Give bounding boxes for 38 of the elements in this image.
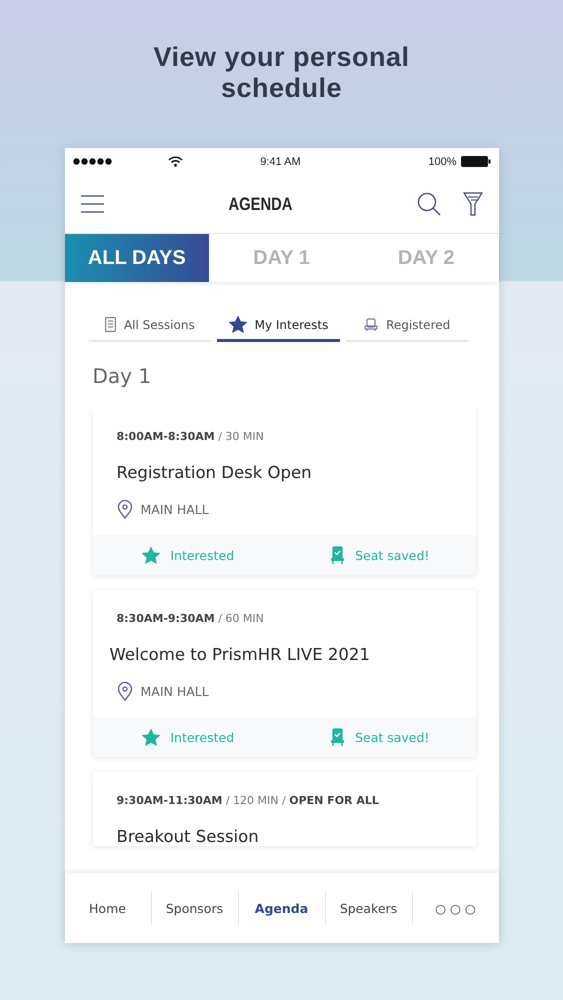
star-icon (142, 546, 160, 564)
section-title: Day 1 (92, 363, 152, 390)
battery-icon (460, 156, 490, 167)
search-icon[interactable] (416, 192, 440, 216)
filter-tab[interactable]: Registered (346, 316, 469, 342)
session-location: MAIN HALL (140, 684, 209, 699)
session-time: 8:00AM-8:30AM / 30 MIN (116, 429, 265, 443)
filter-icon[interactable] (462, 192, 482, 216)
session-card[interactable]: 9:30AM-11:30AM / 120 MIN / OPEN FOR ALL Breakout Session (92, 772, 476, 846)
status-time: 9:41 AM (259, 156, 302, 168)
nav-item[interactable]: Agenda (238, 891, 326, 925)
filter-tab[interactable]: All Sessions (88, 316, 212, 342)
nav-item[interactable]: Home (64, 891, 152, 925)
list-icon (104, 317, 116, 332)
nav-item[interactable]: Sponsors (152, 891, 238, 925)
menu-icon[interactable] (80, 195, 104, 213)
star-icon (142, 728, 160, 746)
location-pin-icon (116, 682, 132, 701)
session-time: 8:30AM-9:30AM / 60 MIN (116, 611, 265, 625)
session-title: Breakout Session (116, 826, 260, 846)
session-title: Registration Desk Open (116, 462, 313, 482)
location-pin-icon (116, 500, 132, 519)
session-time: 9:30AM-11:30AM / 120 MIN / OPEN FOR ALL (116, 793, 380, 807)
screen-title: AGENDA (227, 194, 293, 214)
seat-icon (330, 546, 346, 564)
battery-percent: 100% (428, 156, 456, 168)
nav-item[interactable]: Speakers (326, 891, 412, 925)
star-icon (228, 316, 247, 333)
day-tab[interactable]: ALL DAYS (64, 234, 210, 282)
nav-item[interactable]: ○ ○ ○ (412, 891, 498, 925)
seat-icon (364, 318, 378, 332)
signal-icon (72, 158, 112, 165)
filter-tab[interactable]: My Interests (217, 316, 340, 342)
seat-icon (330, 728, 346, 746)
session-title: Welcome to PrismHR LIVE 2021 (108, 644, 371, 664)
session-location: MAIN HALL (140, 502, 209, 517)
headline: View your personal schedule (152, 42, 411, 104)
wifi-icon (168, 156, 182, 167)
